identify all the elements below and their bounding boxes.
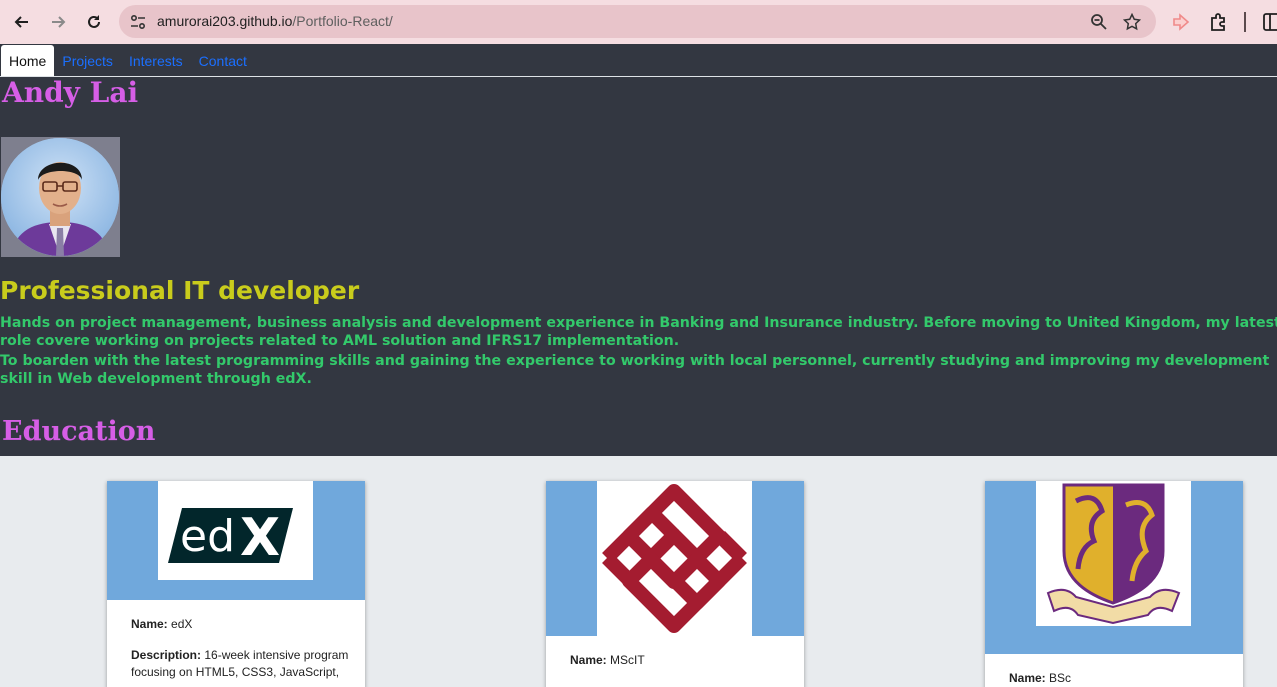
card-name-line: Name: MScIT <box>570 652 788 669</box>
headline: Professional IT developer <box>0 276 360 305</box>
name-label: Name: <box>570 653 607 667</box>
browser-toolbar: amurorai203.github.io/Portfolio-React/ <box>0 0 1277 44</box>
cuhk-logo <box>1036 481 1191 626</box>
avatar-photo <box>1 138 119 256</box>
bookmark-star-icon[interactable] <box>1123 13 1141 31</box>
profile-name: Andy Lai <box>2 76 139 109</box>
extensions-puzzle-icon[interactable] <box>1208 12 1228 32</box>
education-card: Name: BSc <box>985 481 1243 687</box>
name-label: Name: <box>1009 671 1046 685</box>
url-text: amurorai203.github.io/Portfolio-React/ <box>157 13 393 29</box>
avatar <box>1 137 120 257</box>
edx-logo-image: ed X <box>168 508 293 568</box>
extension-arrow-icon[interactable] <box>1172 13 1190 31</box>
bio-paragraph: To boarden with the latest programming s… <box>0 353 1270 387</box>
svg-text:X: X <box>240 508 280 568</box>
card-name-line: Name: BSc <box>1009 670 1227 687</box>
description-label: Description: <box>131 648 202 662</box>
card-body: Name: BSc <box>985 654 1243 687</box>
bio-paragraph: Hands on project management, business an… <box>0 315 1277 349</box>
page-content: Home Projects Interests Contact Andy Lai <box>0 44 1277 687</box>
zoom-icon[interactable] <box>1090 13 1108 31</box>
back-arrow-icon <box>14 16 28 28</box>
edx-logo: ed X <box>158 481 313 580</box>
card-body: Name: MScIT <box>546 636 804 669</box>
url-path: /Portfolio-React/ <box>292 13 393 29</box>
forward-arrow-icon <box>52 16 66 28</box>
card-name: MScIT <box>610 653 645 667</box>
polyu-logo-image <box>602 484 747 633</box>
card-header: ed X <box>107 481 365 600</box>
card-name-line: Name: edX <box>131 616 349 633</box>
card-header <box>985 481 1243 654</box>
site-settings-icon[interactable] <box>129 13 147 31</box>
tab-projects[interactable]: Projects <box>54 45 121 76</box>
back-button[interactable] <box>8 8 36 36</box>
svg-text:ed: ed <box>180 511 235 562</box>
side-panel-icon[interactable] <box>1262 12 1277 32</box>
url-host: amurorai203.github.io <box>157 13 293 29</box>
polyu-logo <box>597 481 752 636</box>
tab-home[interactable]: Home <box>1 45 55 76</box>
card-header <box>546 481 804 636</box>
nav-tabs: Home Projects Interests Contact <box>0 44 1277 77</box>
education-card: Name: MScIT <box>546 481 804 687</box>
reload-icon <box>88 15 100 28</box>
name-label: Name: <box>131 617 168 631</box>
education-card: ed X Name: edX Description: 16-week inte… <box>107 481 365 687</box>
tab-interests[interactable]: Interests <box>121 45 191 76</box>
cuhk-crest-image <box>1046 483 1181 625</box>
education-title: Education <box>2 416 156 447</box>
card-body: Name: edX Description: 16-week intensive… <box>107 600 365 681</box>
profile-section: Home Projects Interests Contact Andy Lai <box>0 44 1277 456</box>
address-bar[interactable]: amurorai203.github.io/Portfolio-React/ <box>119 5 1156 38</box>
portrait-image <box>1 138 119 256</box>
card-name: edX <box>171 617 193 631</box>
bio: Hands on project management, business an… <box>0 314 1277 390</box>
card-name: BSc <box>1049 671 1072 685</box>
tab-contact[interactable]: Contact <box>191 45 255 76</box>
forward-button[interactable] <box>44 8 72 36</box>
card-description-line: Description: 16-week intensive program f… <box>131 647 349 681</box>
toolbar-divider <box>1244 12 1246 32</box>
reload-button[interactable] <box>80 8 108 36</box>
